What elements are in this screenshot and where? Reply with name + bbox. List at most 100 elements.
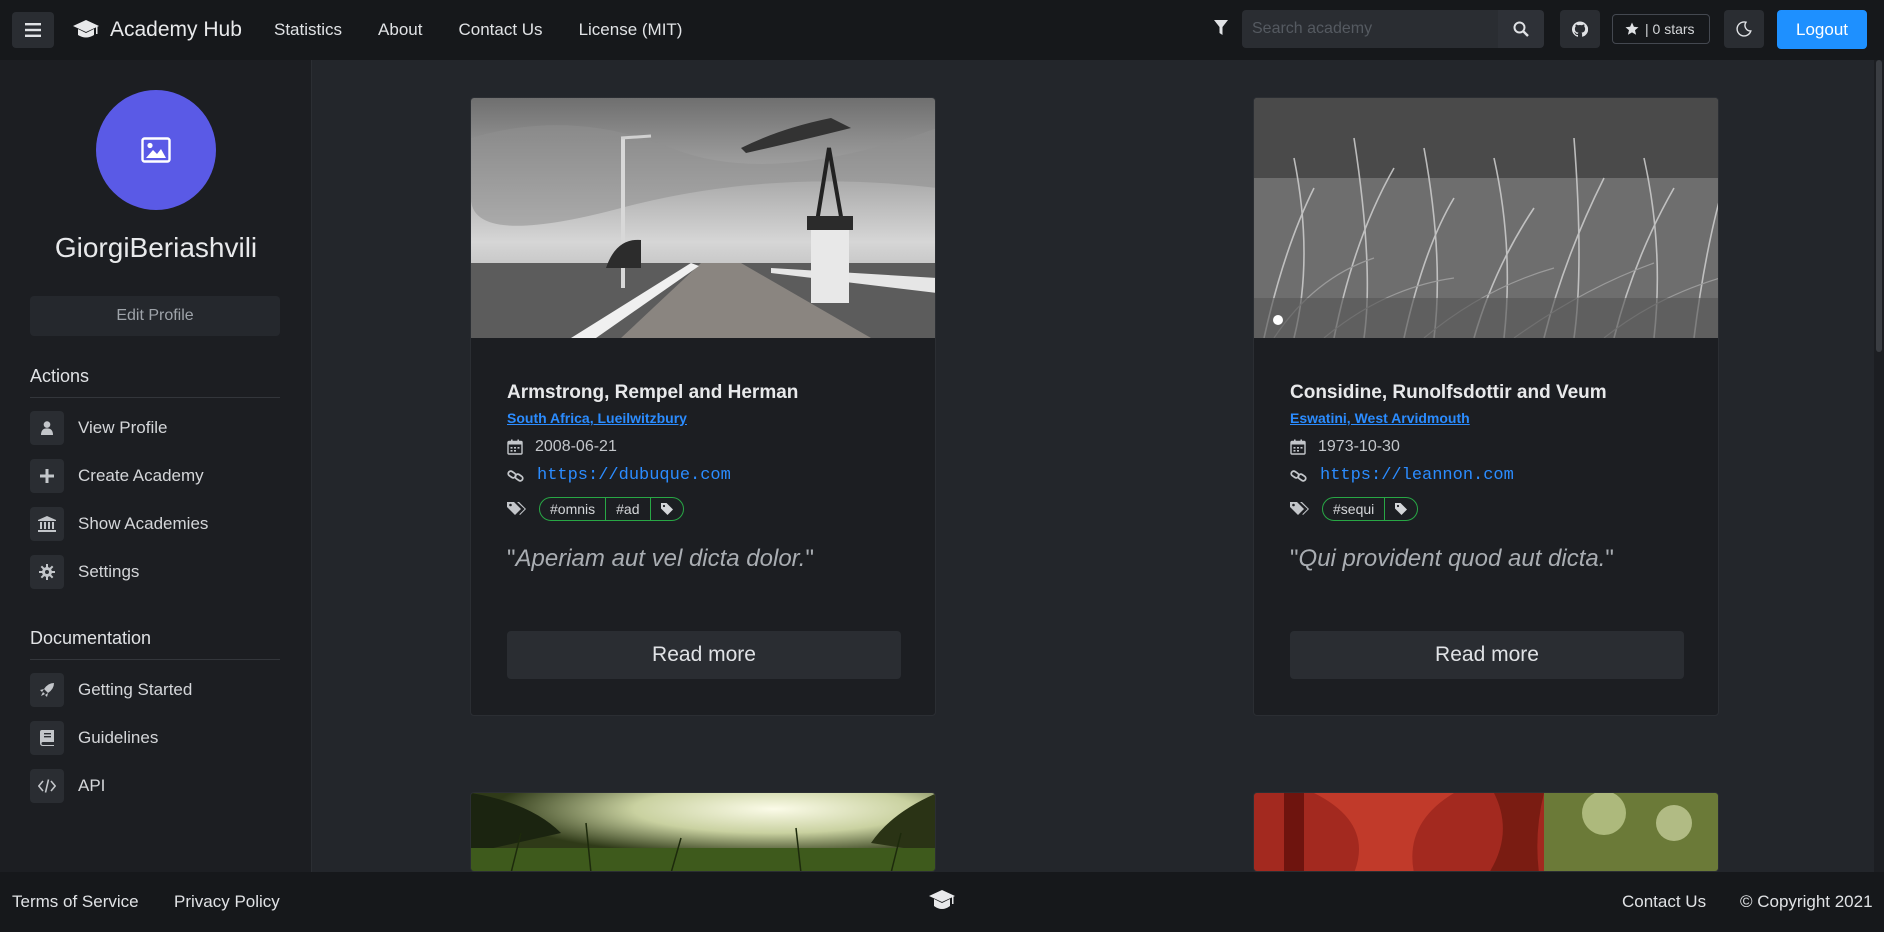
nav-license[interactable]: License (MIT)	[579, 20, 683, 40]
academy-quote-text: Aperiam aut vel dicta dolor.	[515, 545, 806, 572]
link-icon	[1290, 469, 1307, 482]
calendar-icon	[1290, 439, 1306, 455]
book-icon	[30, 721, 64, 755]
sidebar-item-label: Getting Started	[78, 680, 193, 699]
academy-tags-row: #omnis #ad	[507, 497, 899, 521]
academy-card-body: Considine, Runolfsdottir and Veum Eswati…	[1254, 338, 1718, 715]
footer: Terms of Service Privacy Policy Contact …	[0, 872, 1884, 932]
sidebar-item-label: API	[78, 776, 106, 795]
hamburger-menu-button[interactable]	[12, 12, 54, 48]
academy-card	[1253, 792, 1719, 872]
github-stars-button[interactable]: | 0 stars	[1612, 14, 1710, 44]
profile-username: GiorgiBeriashvili	[54, 232, 258, 263]
graduation-cap-icon	[73, 20, 99, 38]
sidebar-item-show-academies[interactable]: Show Academies	[30, 506, 208, 542]
academy-url-link[interactable]: https://leannon.com	[1320, 466, 1514, 485]
star-icon	[1625, 22, 1639, 35]
main-nav: Statistics About Contact Us License (MIT…	[274, 0, 682, 60]
academy-date-row: 2008-06-21	[507, 438, 899, 456]
academy-card-image	[471, 98, 935, 338]
academy-card-body: Armstrong, Rempel and Herman South Afric…	[471, 338, 935, 715]
academy-url-row: https://dubuque.com	[507, 466, 899, 485]
academy-title: Considine, Runolfsdottir and Veum	[1290, 382, 1607, 403]
academy-tags-row: #sequi	[1290, 497, 1682, 521]
rocket-icon	[30, 673, 64, 707]
github-icon	[1572, 21, 1588, 37]
page-scrollbar[interactable]	[1874, 60, 1884, 872]
nav-about[interactable]: About	[378, 20, 422, 40]
hamburger-icon	[25, 23, 41, 37]
academy-quote-text: Qui provident quod aut dicta.	[1298, 545, 1606, 572]
search-input[interactable]	[1242, 10, 1498, 48]
academy-url-row: https://leannon.com	[1290, 466, 1682, 485]
academy-quote: "Aperiam aut vel dicta dolor."	[507, 545, 814, 572]
actions-heading: Actions	[30, 366, 280, 398]
academy-card: Armstrong, Rempel and Herman South Afric…	[470, 97, 936, 716]
sidebar-item-settings[interactable]: Settings	[30, 554, 139, 590]
github-button[interactable]	[1560, 10, 1600, 48]
privacy-policy-link[interactable]: Privacy Policy	[174, 872, 280, 932]
image-icon	[141, 137, 171, 163]
user-icon	[30, 411, 64, 445]
sidebar-item-guidelines[interactable]: Guidelines	[30, 720, 158, 756]
search-button[interactable]	[1498, 10, 1544, 48]
tag-group: #omnis #ad	[539, 497, 684, 521]
sidebar-item-getting-started[interactable]: Getting Started	[30, 672, 192, 708]
sidebar-item-create-academy[interactable]: Create Academy	[30, 458, 204, 494]
academy-date-row: 1973-10-30	[1290, 438, 1682, 456]
footer-contact-us-link[interactable]: Contact Us	[1622, 872, 1706, 932]
graduation-cap-icon	[929, 890, 955, 909]
filter-icon	[1214, 20, 1228, 35]
scrollbar-thumb[interactable]	[1876, 60, 1882, 352]
logout-button[interactable]: Logout	[1777, 10, 1867, 49]
institution-icon	[30, 507, 64, 541]
code-icon	[30, 769, 64, 803]
tag[interactable]: #ad	[606, 498, 651, 520]
academy-card	[470, 792, 936, 872]
nav-contact-us[interactable]: Contact Us	[458, 20, 542, 40]
tag[interactable]: #omnis	[540, 498, 607, 520]
filter-button[interactable]	[1214, 20, 1228, 41]
tag[interactable]: #sequi	[1323, 498, 1386, 520]
read-more-button[interactable]: Read more	[507, 631, 901, 679]
read-more-button[interactable]: Read more	[1290, 631, 1684, 679]
brand-name: Academy Hub	[110, 18, 242, 41]
calendar-icon	[507, 439, 523, 455]
academy-date: 2008-06-21	[535, 438, 617, 455]
academy-card: Considine, Runolfsdottir and Veum Eswati…	[1253, 97, 1719, 716]
tags-icon	[507, 502, 526, 515]
link-icon	[507, 469, 524, 482]
academy-card-image	[1254, 98, 1718, 338]
copyright-text: © Copyright 2021	[1740, 892, 1873, 911]
sidebar-item-label: Show Academies	[78, 514, 209, 533]
gear-icon	[30, 555, 64, 589]
footer-logo[interactable]	[928, 886, 956, 919]
brand-link[interactable]: Academy Hub	[72, 0, 242, 60]
academy-url-link[interactable]: https://dubuque.com	[537, 466, 731, 485]
academy-location-link[interactable]: South Africa, Lueilwitzbury	[507, 410, 687, 426]
top-navbar: Academy Hub Statistics About Contact Us …	[0, 0, 1884, 60]
stars-count: | 0 stars	[1645, 21, 1695, 37]
academy-card-image	[1254, 793, 1718, 871]
academy-card-image	[471, 793, 935, 871]
tag-icon[interactable]	[651, 498, 683, 520]
nav-statistics[interactable]: Statistics	[274, 20, 342, 40]
theme-toggle-button[interactable]	[1724, 10, 1764, 48]
academy-location-link[interactable]: Eswatini, West Arvidmouth	[1290, 410, 1470, 426]
plus-icon	[30, 459, 64, 493]
search-field	[1242, 10, 1498, 48]
search-icon	[1513, 21, 1529, 37]
edit-profile-button[interactable]: Edit Profile	[30, 296, 280, 336]
tag-icon[interactable]	[1385, 498, 1417, 520]
academy-date: 1973-10-30	[1318, 438, 1400, 455]
terms-of-service-link[interactable]: Terms of Service	[12, 872, 139, 932]
sidebar-item-label: View Profile	[78, 418, 168, 437]
sidebar: GiorgiBeriashvili Edit Profile Actions V…	[0, 60, 312, 872]
sidebar-item-view-profile[interactable]: View Profile	[30, 410, 167, 446]
sidebar-item-api[interactable]: API	[30, 768, 105, 804]
avatar[interactable]	[96, 90, 216, 210]
academy-quote: "Qui provident quod aut dicta."	[1290, 545, 1614, 572]
sidebar-item-label: Guidelines	[78, 728, 159, 747]
tag-group: #sequi	[1322, 497, 1419, 521]
academy-title: Armstrong, Rempel and Herman	[507, 382, 799, 403]
